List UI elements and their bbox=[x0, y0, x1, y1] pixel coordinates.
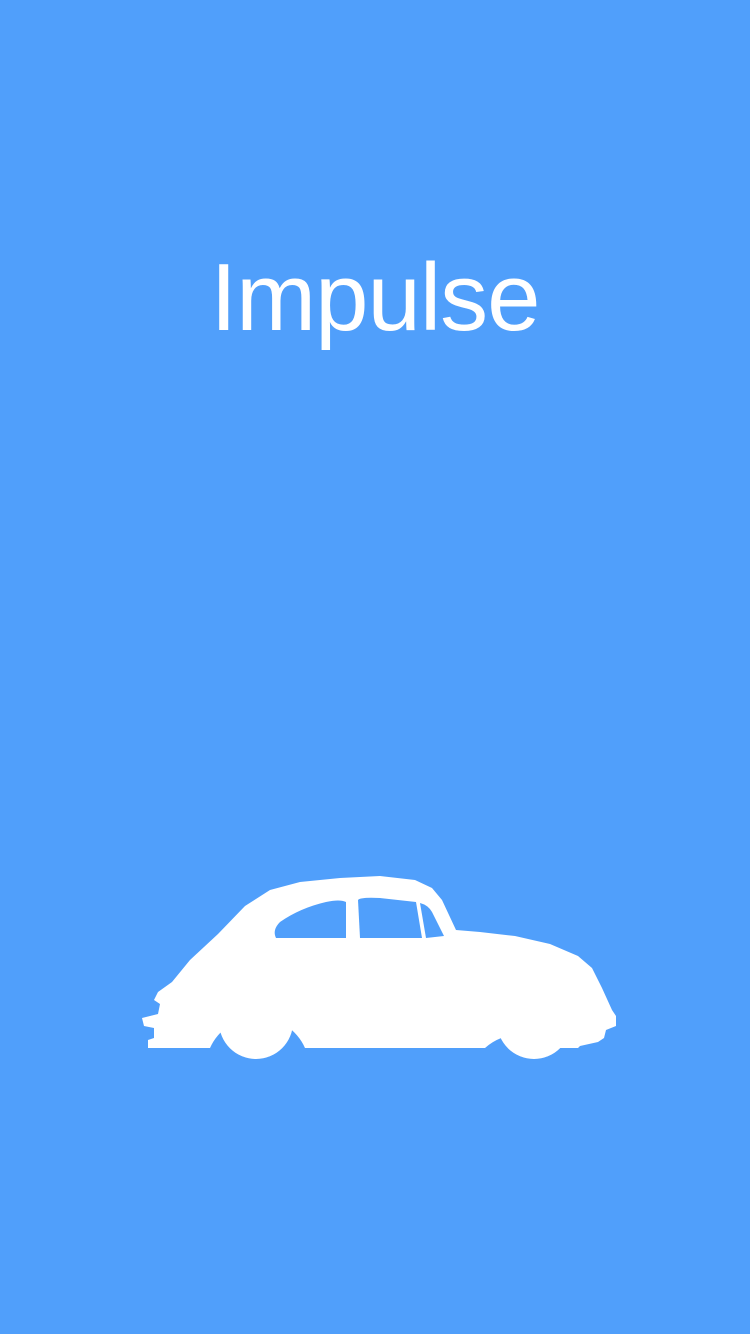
splash-screen: Impulse bbox=[0, 0, 750, 1334]
app-title: Impulse bbox=[210, 244, 540, 351]
car-icon bbox=[140, 870, 620, 1070]
